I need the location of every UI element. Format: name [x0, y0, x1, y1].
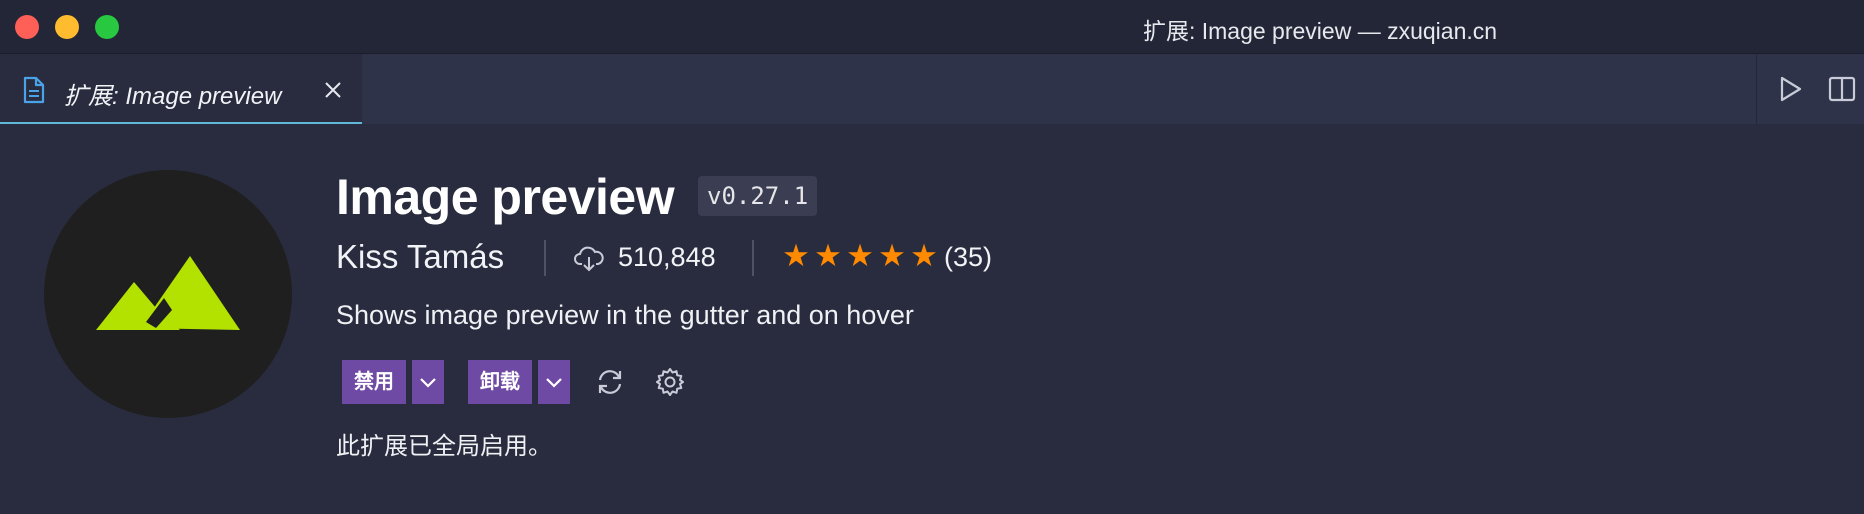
install-count: 510,848	[618, 242, 716, 272]
publisher-name[interactable]: Kiss Tamás	[336, 238, 504, 276]
chevron-down-icon	[420, 378, 436, 388]
disable-dropdown-button[interactable]	[412, 360, 444, 404]
star-icon: ★	[878, 238, 906, 273]
file-icon	[23, 76, 45, 104]
extension-name: Image preview	[336, 169, 675, 225]
minimize-window-button[interactable]	[55, 15, 79, 39]
star-icon: ★	[814, 238, 842, 273]
window-title: 扩展: Image preview — zxuqian.cn	[1142, 18, 1498, 44]
uninstall-dropdown-button[interactable]	[538, 360, 570, 404]
tab-label: 扩展: Image preview	[64, 83, 282, 110]
uninstall-button[interactable]: 卸载	[468, 360, 532, 404]
mountain-logo-icon	[96, 256, 240, 330]
enable-status: 此扩展已全局启用。	[336, 433, 552, 460]
gear-icon[interactable]	[654, 366, 686, 398]
star-icon: ★	[910, 238, 938, 273]
tab-extension-image-preview[interactable]: 扩展: Image preview	[0, 54, 362, 124]
version-badge: v0.27.1	[698, 176, 818, 216]
close-window-button[interactable]	[15, 15, 39, 39]
editor-actions	[1756, 54, 1864, 124]
star-icon: ★	[846, 238, 874, 273]
extension-actions: 禁用 卸载	[342, 360, 742, 404]
sync-icon[interactable]	[594, 366, 626, 398]
star-icon: ★	[782, 238, 810, 273]
run-icon[interactable]	[1775, 74, 1805, 104]
cloud-download-icon	[574, 246, 604, 272]
split-editor-icon[interactable]	[1827, 74, 1857, 104]
vscode-window: 扩展: Image preview — zxuqian.cn 扩展: Image…	[0, 0, 1864, 514]
disable-button[interactable]: 禁用	[342, 360, 406, 404]
chevron-down-icon	[546, 378, 562, 388]
rating-count[interactable]: (35)	[944, 242, 992, 273]
rating-stars[interactable]: ★ ★ ★ ★ ★	[780, 238, 940, 274]
extension-meta: Kiss Tamás 510,848 ★ ★ ★ ★ ★ (35)	[336, 236, 1036, 280]
divider	[752, 240, 754, 276]
maximize-window-button[interactable]	[95, 15, 119, 39]
extension-logo	[44, 170, 292, 418]
editor-tab-bar: 扩展: Image preview	[0, 54, 1864, 124]
extension-description: Shows image preview in the gutter and on…	[336, 300, 914, 330]
divider	[544, 240, 546, 276]
close-icon[interactable]	[322, 79, 344, 101]
title-bar: 扩展: Image preview — zxuqian.cn	[0, 0, 1864, 54]
